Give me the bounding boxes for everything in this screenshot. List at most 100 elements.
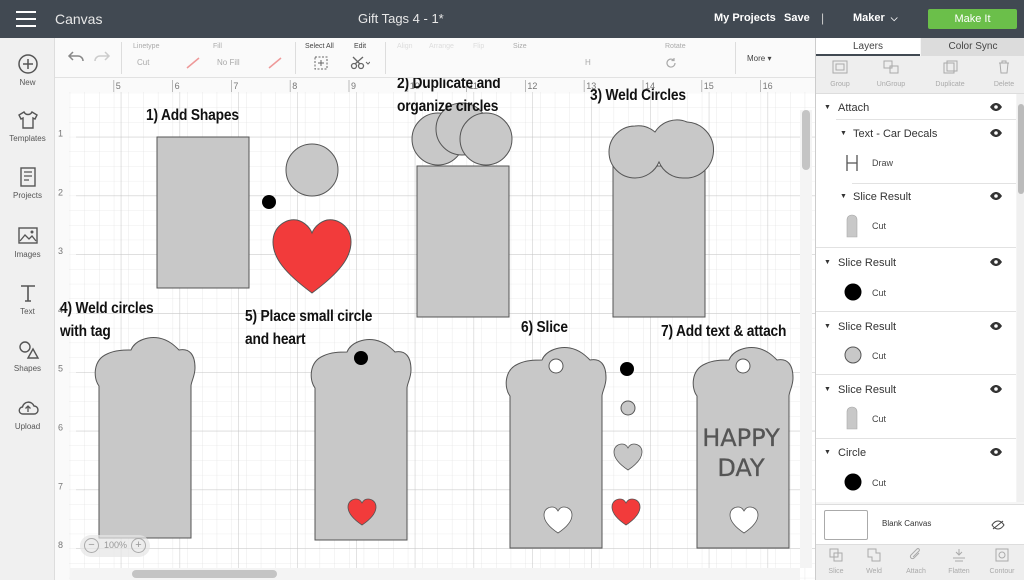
canvas-area[interactable]: 5678910111213141516 12345678 xyxy=(55,78,815,580)
attach-button[interactable]: Attach xyxy=(896,548,936,575)
layer-row-text-car-decals[interactable]: ▼ Text - Car Decals xyxy=(816,126,1016,144)
step1-rectangle[interactable] xyxy=(156,136,250,289)
blank-canvas-swatch[interactable] xyxy=(824,510,868,540)
step1-small-circle[interactable] xyxy=(262,195,276,209)
more-menu[interactable]: More ▾ xyxy=(747,54,771,63)
rail-item-templates[interactable]: Templates xyxy=(0,108,55,143)
step6-slice-result-black-circle[interactable] xyxy=(620,362,634,376)
fill-color-icon[interactable] xyxy=(267,56,283,70)
canvas-vertical-scroll-thumb[interactable] xyxy=(802,110,810,170)
layer-row-attach[interactable]: ▼ Attach xyxy=(816,100,1016,118)
tab-color-sync[interactable]: Color Sync xyxy=(921,38,1024,56)
rail-item-projects[interactable]: Projects xyxy=(0,165,55,200)
canvas-vertical-scrollbar[interactable] xyxy=(800,110,812,568)
step7-text-line2[interactable]: DAY xyxy=(717,454,765,482)
step7-text-line1[interactable]: HAPPY xyxy=(702,424,780,452)
scissors-icon[interactable] xyxy=(350,55,370,71)
eye-icon[interactable] xyxy=(989,447,1003,457)
slice-button[interactable]: Slice xyxy=(816,548,856,575)
machine-selector[interactable]: Maker ⌵ xyxy=(853,12,898,24)
redo-icon[interactable] xyxy=(93,50,111,64)
tag-thumbnail-icon xyxy=(846,214,858,238)
blank-canvas-row[interactable]: Blank Canvas xyxy=(816,504,1024,544)
rail-label-projects: Projects xyxy=(13,191,42,200)
step6-hole[interactable] xyxy=(548,358,564,374)
layer-row-slice-result[interactable]: ▼ Slice Result xyxy=(816,255,1016,273)
layer-row-slice-result[interactable]: ▼ Slice Result xyxy=(816,319,1016,337)
rail-item-shapes[interactable]: Shapes xyxy=(0,338,55,373)
group-button[interactable]: Group xyxy=(820,60,860,88)
undo-icon[interactable] xyxy=(67,50,85,64)
menu-icon[interactable] xyxy=(16,11,36,27)
zoom-level: 100% xyxy=(104,540,128,550)
machine-label: Maker xyxy=(853,12,885,24)
eye-icon[interactable] xyxy=(989,128,1003,138)
rail-item-new[interactable]: New xyxy=(0,52,55,87)
tab-layers[interactable]: Layers xyxy=(816,38,920,56)
make-it-button[interactable]: Make It xyxy=(928,9,1017,29)
top-bar: Canvas Gift Tags 4 - 1* My Projects Save… xyxy=(0,0,1024,38)
caret-down-icon[interactable]: ▼ xyxy=(824,449,831,456)
annotation-step4-line2: with tag xyxy=(60,323,111,340)
eye-icon[interactable] xyxy=(989,191,1003,201)
rail-label-images: Images xyxy=(14,250,41,259)
fill-label: Fill xyxy=(213,43,222,50)
step3-rectangle[interactable] xyxy=(612,165,706,318)
caret-down-icon[interactable]: ▼ xyxy=(824,259,831,266)
step7-hole[interactable] xyxy=(735,358,751,374)
black-circle-thumbnail-icon xyxy=(844,283,862,301)
caret-down-icon[interactable]: ▼ xyxy=(824,386,831,393)
step2-circle-right[interactable] xyxy=(459,112,513,166)
group-icon xyxy=(832,60,848,74)
eye-icon[interactable] xyxy=(989,384,1003,394)
step6-slice-result-gray-circle[interactable] xyxy=(620,400,636,416)
save-link[interactable]: Save xyxy=(784,12,810,24)
layer-row-slice-result[interactable]: ▼ Slice Result xyxy=(816,189,1016,207)
caret-down-icon[interactable]: ▼ xyxy=(824,104,831,111)
eye-hidden-icon[interactable] xyxy=(991,520,1005,530)
canvas-horizontal-scroll-thumb[interactable] xyxy=(132,570,277,578)
rail-item-upload[interactable]: Upload xyxy=(0,396,55,431)
caret-down-icon: ▾ xyxy=(767,54,772,63)
document-title: Gift Tags 4 - 1* xyxy=(358,11,444,26)
linetype-color-icon[interactable] xyxy=(185,56,201,70)
fill-select[interactable]: No Fill xyxy=(217,58,240,67)
canvas-horizontal-scrollbar[interactable] xyxy=(70,568,800,580)
step4-welded-tag[interactable] xyxy=(94,337,196,539)
zoom-out-button[interactable]: − xyxy=(84,538,99,553)
layers-scroll-thumb[interactable] xyxy=(1018,104,1024,194)
delete-button[interactable]: Delete xyxy=(984,60,1024,88)
step5-hole-circle[interactable] xyxy=(354,351,368,365)
contour-label: Contour xyxy=(989,568,1015,575)
select-all-icon[interactable] xyxy=(314,56,328,70)
gray-circle-thumbnail-icon xyxy=(844,346,862,364)
caret-down-icon[interactable]: ▼ xyxy=(824,323,831,330)
rail-item-text[interactable]: Text xyxy=(0,281,55,316)
eye-icon[interactable] xyxy=(989,257,1003,267)
step2-rectangle[interactable] xyxy=(416,165,510,318)
text-t-icon xyxy=(20,285,35,302)
contour-button[interactable]: Contour xyxy=(982,548,1022,575)
step1-large-circle[interactable] xyxy=(285,143,339,197)
layers-scrollbar[interactable] xyxy=(1017,94,1024,502)
linetype-select[interactable]: Cut xyxy=(137,58,149,67)
my-projects-link[interactable]: My Projects xyxy=(714,12,776,24)
caret-down-icon[interactable]: ▼ xyxy=(840,130,847,137)
weld-button[interactable]: Weld xyxy=(854,548,894,575)
ungroup-button[interactable]: UnGroup xyxy=(871,60,911,88)
layer-row-slice-result[interactable]: ▼ Slice Result xyxy=(816,382,1016,400)
flatten-button[interactable]: Flatten xyxy=(939,548,979,575)
duplicate-button[interactable]: Duplicate xyxy=(930,60,970,88)
rail-item-images[interactable]: Images xyxy=(0,224,55,259)
caret-down-icon[interactable]: ▼ xyxy=(840,193,847,200)
eye-icon[interactable] xyxy=(989,321,1003,331)
top-separator: | xyxy=(821,11,825,25)
zoom-in-button[interactable]: + xyxy=(131,538,146,553)
layer-row-circle[interactable]: ▼ Circle xyxy=(816,445,1016,463)
duplicate-label: Duplicate xyxy=(935,81,965,88)
rail-label-text: Text xyxy=(20,307,35,316)
panel-tabs: Layers Color Sync xyxy=(816,38,1024,56)
annotation-step5-line2: and heart xyxy=(245,331,306,348)
rotate-icon[interactable] xyxy=(665,57,677,69)
eye-icon[interactable] xyxy=(989,102,1003,112)
